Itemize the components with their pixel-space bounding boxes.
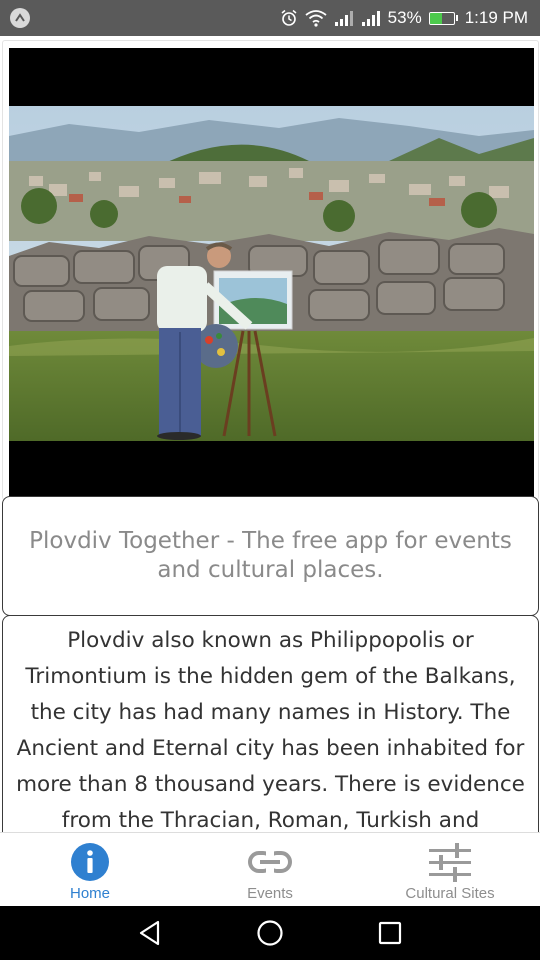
city-description: Plovdiv also known as Philippopolis or T… — [16, 628, 525, 832]
battery-percent: 53% — [387, 8, 422, 27]
description-card[interactable]: Plovdiv also known as Philippopolis or T… — [2, 615, 539, 832]
tagline-card: Plovdiv Together - The free app for even… — [2, 496, 539, 616]
system-nav-bar — [0, 906, 540, 960]
recents-icon — [378, 921, 402, 945]
wifi-icon — [305, 9, 327, 27]
signal-icon — [334, 10, 354, 26]
tab-events[interactable]: Events — [180, 833, 360, 907]
main-content[interactable]: Plovdiv Together - The free app for even… — [0, 36, 540, 832]
video-card — [2, 40, 539, 500]
info-icon — [68, 841, 112, 883]
battery-charging-icon — [428, 11, 458, 25]
tab-cultural-sites-label: Cultural Sites — [405, 885, 495, 902]
app-tagline: Plovdiv Together - The free app for even… — [29, 528, 512, 583]
link-icon — [248, 841, 292, 883]
bottom-tab-bar: Home Events Cultural Sites — [0, 832, 540, 906]
tab-home[interactable]: Home — [0, 833, 180, 907]
alarm-icon — [280, 9, 298, 27]
back-button[interactable] — [125, 913, 175, 953]
back-icon — [139, 920, 160, 946]
sliders-icon — [428, 841, 472, 883]
home-icon — [257, 920, 283, 946]
status-bar: 53% 1:19 PM — [0, 0, 540, 36]
tab-cultural-sites[interactable]: Cultural Sites — [360, 833, 540, 907]
signal-icon — [361, 10, 381, 26]
tab-events-label: Events — [247, 885, 293, 902]
video-frame-image — [9, 106, 534, 441]
video-player[interactable] — [9, 48, 534, 499]
recents-button[interactable] — [365, 913, 415, 953]
home-button[interactable] — [245, 913, 295, 953]
notification-icon — [10, 8, 30, 28]
tab-home-label: Home — [69, 885, 110, 902]
clock: 1:19 PM — [464, 8, 528, 27]
